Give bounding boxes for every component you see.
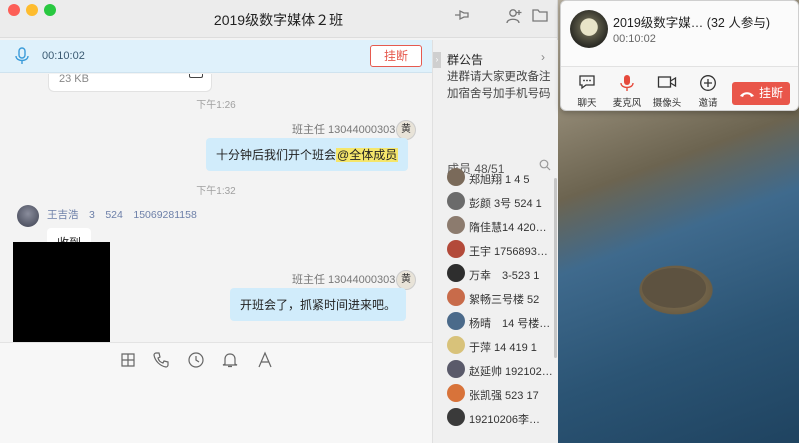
camera-icon bbox=[657, 74, 677, 92]
sender-name: 班主任 13044000303 bbox=[292, 274, 396, 286]
member-name: 杨晴 14 号楼… bbox=[469, 318, 551, 330]
avatar bbox=[447, 312, 465, 330]
call-panel: 2019级数字媒… (32 人参与) 00:10:02 聊天 麦克风 摄像头 邀… bbox=[560, 0, 799, 111]
avatar bbox=[447, 264, 465, 282]
member-item[interactable]: 杨晴 14 号楼… bbox=[447, 312, 559, 332]
member-item[interactable]: 赵延帅 192102… bbox=[447, 360, 559, 380]
history-icon[interactable] bbox=[186, 351, 206, 371]
mention-all[interactable]: @全体成员 bbox=[336, 148, 399, 162]
sender-name: 王吉浩 3 524 15069281158 bbox=[47, 209, 197, 221]
ongoing-call-bar: 00:10:02 挂断 bbox=[0, 40, 432, 73]
chat-control[interactable]: 聊天 bbox=[567, 74, 607, 109]
member-item[interactable]: 彭颜 3号 524 1 bbox=[447, 192, 559, 212]
avatar bbox=[447, 336, 465, 354]
bell-icon[interactable] bbox=[220, 351, 240, 371]
file-message-card[interactable]: 23 KB bbox=[48, 74, 212, 92]
member-item[interactable]: 郑旭翔 1 4 5 bbox=[447, 168, 559, 188]
font-icon[interactable] bbox=[255, 351, 275, 371]
call-duration: 00:10:02 bbox=[42, 50, 85, 62]
avatar[interactable]: 黄 bbox=[396, 270, 416, 290]
collapse-panel-button[interactable]: › bbox=[433, 52, 441, 68]
pin-icon[interactable] bbox=[452, 8, 472, 28]
member-item[interactable]: 19210206李… bbox=[447, 408, 559, 428]
file-size: 23 KB bbox=[59, 74, 89, 85]
avatar bbox=[447, 192, 465, 210]
member-name: 王宇 1756893… bbox=[469, 246, 548, 258]
avatar bbox=[447, 384, 465, 402]
member-name: 絮畅三号楼 52 bbox=[469, 294, 540, 306]
download-icon[interactable] bbox=[189, 74, 203, 78]
microphone-control[interactable]: 麦克风 bbox=[607, 74, 647, 109]
input-toolbar bbox=[0, 342, 432, 443]
control-label: 麦克风 bbox=[612, 98, 642, 109]
member-item[interactable]: 张凯强 523 17 bbox=[447, 384, 559, 404]
microphone-icon bbox=[12, 46, 32, 66]
avatar[interactable] bbox=[17, 205, 39, 227]
avatar bbox=[447, 168, 465, 186]
member-item[interactable]: 絮畅三号楼 52 bbox=[447, 288, 559, 308]
hangup-button[interactable]: 挂断 bbox=[732, 82, 790, 105]
add-icon bbox=[698, 74, 718, 92]
member-item[interactable]: 于萍 14 419 1 bbox=[447, 336, 559, 356]
phone-icon[interactable] bbox=[151, 351, 171, 371]
avatar[interactable]: 黄 bbox=[396, 120, 416, 140]
camera-control[interactable]: 摄像头 bbox=[647, 74, 687, 109]
avatar bbox=[447, 360, 465, 378]
wallpaper-rock bbox=[642, 268, 706, 308]
scrollbar[interactable] bbox=[554, 178, 557, 358]
message-bubble: 十分钟后我们开个班会@全体成员 bbox=[206, 138, 409, 171]
member-item[interactable]: 王宇 1756893… bbox=[447, 240, 559, 260]
microphone-icon bbox=[617, 74, 637, 92]
title-bar: 2019级数字媒体２班 bbox=[0, 0, 557, 38]
member-item[interactable]: 万幸 3-523 1 bbox=[447, 264, 559, 284]
member-name: 赵延帅 192102… bbox=[469, 366, 553, 378]
member-name: 隋佳慧14 420… bbox=[469, 222, 547, 234]
control-label: 摄像头 bbox=[652, 98, 682, 109]
member-name: 19210206李… bbox=[469, 414, 540, 426]
avatar bbox=[447, 240, 465, 258]
control-label: 聊天 bbox=[577, 98, 597, 109]
avatar bbox=[447, 288, 465, 306]
sender-name: 班主任 13044000303 bbox=[292, 124, 396, 136]
member-name: 彭颜 3号 524 1 bbox=[469, 198, 542, 210]
phone-hangup-icon bbox=[739, 92, 754, 97]
call-title: 2019级数字媒… (32 人参与) bbox=[613, 16, 770, 30]
folder-icon[interactable] bbox=[530, 8, 550, 28]
chat-icon bbox=[577, 74, 597, 92]
screenshot-icon[interactable] bbox=[118, 351, 138, 371]
window-title: 2019级数字媒体２班 bbox=[213, 12, 344, 28]
chat-window: 2019级数字媒体２班 00:10:02 挂断 23 KB 下午1:26 班主任… bbox=[0, 0, 558, 443]
group-avatar bbox=[570, 10, 608, 48]
notice-body: 进群请大家更改备注加宿舍号加手机号码 bbox=[447, 71, 551, 100]
member-item[interactable]: 隋佳慧14 420… bbox=[447, 216, 559, 236]
timestamp: 下午1:26 bbox=[196, 100, 236, 111]
call-duration: 00:10:02 bbox=[613, 33, 656, 45]
add-member-icon[interactable] bbox=[504, 8, 524, 28]
member-name: 郑旭翔 1 4 5 bbox=[469, 174, 530, 186]
group-side-panel: › 群公告 › 进群请大家更改备注加宿舍号加手机号码 成员 48/51 郑旭翔 … bbox=[432, 40, 558, 443]
avatar bbox=[447, 216, 465, 234]
chevron-right-icon[interactable]: › bbox=[541, 50, 545, 64]
invite-control[interactable]: 邀请 bbox=[688, 74, 728, 109]
call-panel-header: 2019级数字媒… (32 人参与) 00:10:02 bbox=[561, 1, 798, 67]
member-name: 于萍 14 419 1 bbox=[469, 342, 537, 354]
avatar bbox=[447, 408, 465, 426]
timestamp: 下午1:32 bbox=[196, 186, 236, 197]
hangup-button[interactable]: 挂断 bbox=[370, 45, 422, 67]
message-text: 十分钟后我们开个班会 bbox=[216, 148, 337, 162]
member-name: 张凯强 523 17 bbox=[469, 390, 539, 402]
control-label: 邀请 bbox=[698, 98, 718, 109]
message-bubble: 开班会了，抓紧时间进来吧。 bbox=[230, 288, 407, 321]
member-name: 万幸 3-523 1 bbox=[469, 270, 540, 282]
hangup-label: 挂断 bbox=[758, 86, 783, 100]
notice-title[interactable]: 群公告 bbox=[447, 51, 483, 68]
